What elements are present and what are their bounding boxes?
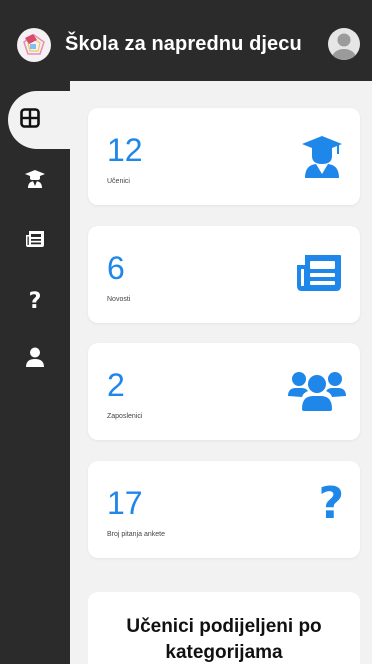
stat-label: Zaposlenici — [107, 413, 143, 420]
stat-label: Novosti — [107, 296, 131, 303]
newspaper-icon — [25, 230, 45, 253]
dashboard-grid-icon — [20, 107, 40, 133]
stat-card-survey-questions[interactable]: 17 Broj pitanja ankete ? — [88, 461, 360, 558]
top-bar: Škola za naprednu djecu — [0, 0, 372, 81]
question-icon: ? — [318, 478, 344, 529]
stat-card-news[interactable]: 6 Novosti — [88, 226, 360, 323]
stat-value: 6 — [107, 250, 125, 286]
question-icon: ? — [28, 288, 42, 314]
sidebar-item-profile[interactable] — [0, 334, 70, 384]
sidebar-item-dashboard[interactable] — [8, 91, 70, 149]
stat-value: 2 — [107, 367, 125, 403]
graduate-icon — [302, 134, 342, 183]
stat-value: 17 — [107, 485, 143, 521]
stat-card-students[interactable]: 12 Učenici — [88, 108, 360, 205]
users-icon — [288, 369, 346, 416]
newspaper-icon — [296, 254, 342, 297]
school-logo[interactable] — [17, 27, 51, 62]
stat-label: Učenici — [107, 178, 130, 185]
students-by-category-panel: Učenici podijeljeni po kategorijama — [88, 592, 360, 664]
sidebar: ? — [0, 81, 70, 664]
graduate-icon — [25, 169, 45, 194]
app-title: Škola za naprednu djecu — [65, 33, 302, 55]
user-icon — [26, 347, 44, 372]
stat-card-employees[interactable]: 2 Zaposlenici — [88, 343, 360, 440]
stat-value: 12 — [107, 132, 143, 168]
sidebar-item-news[interactable] — [0, 216, 70, 266]
sidebar-item-students[interactable] — [0, 156, 70, 206]
stat-label: Broj pitanja ankete — [107, 531, 165, 538]
section-title: Učenici podijeljeni po kategorijama — [126, 616, 322, 663]
user-avatar[interactable] — [328, 28, 360, 60]
sidebar-item-survey[interactable]: ? — [0, 276, 70, 326]
